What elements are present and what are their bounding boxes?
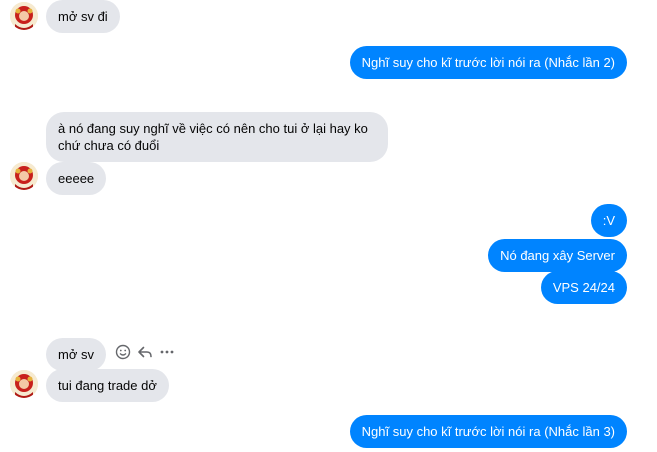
incoming-message[interactable]: tui đang trade dở: [46, 369, 169, 402]
more-icon[interactable]: [158, 343, 176, 361]
incoming-message[interactable]: mở sv đi: [46, 0, 120, 33]
message-actions: [114, 343, 176, 361]
contact-avatar[interactable]: [10, 2, 38, 30]
outgoing-message[interactable]: Nghĩ suy cho kĩ trước lời nói ra (Nhắc l…: [349, 46, 627, 79]
contact-avatar-image: [10, 2, 38, 30]
outgoing-message[interactable]: VPS 24/24: [540, 271, 627, 304]
incoming-message[interactable]: eeeee: [46, 162, 107, 195]
contact-avatar[interactable]: [10, 162, 38, 190]
contact-avatar-image: [10, 370, 38, 398]
contact-avatar-image: [10, 162, 38, 190]
outgoing-message[interactable]: Nó đang xây Server: [488, 239, 627, 272]
contact-avatar[interactable]: [10, 370, 38, 398]
incoming-message[interactable]: à nó đang suy nghĩ về việc có nên cho tu…: [46, 112, 388, 162]
smile-icon[interactable]: [114, 343, 132, 361]
reply-icon[interactable]: [136, 343, 154, 361]
outgoing-message[interactable]: :V: [590, 204, 627, 237]
incoming-message[interactable]: mở sv: [46, 338, 106, 371]
outgoing-message[interactable]: Nghĩ suy cho kĩ trước lời nói ra (Nhắc l…: [349, 415, 627, 448]
